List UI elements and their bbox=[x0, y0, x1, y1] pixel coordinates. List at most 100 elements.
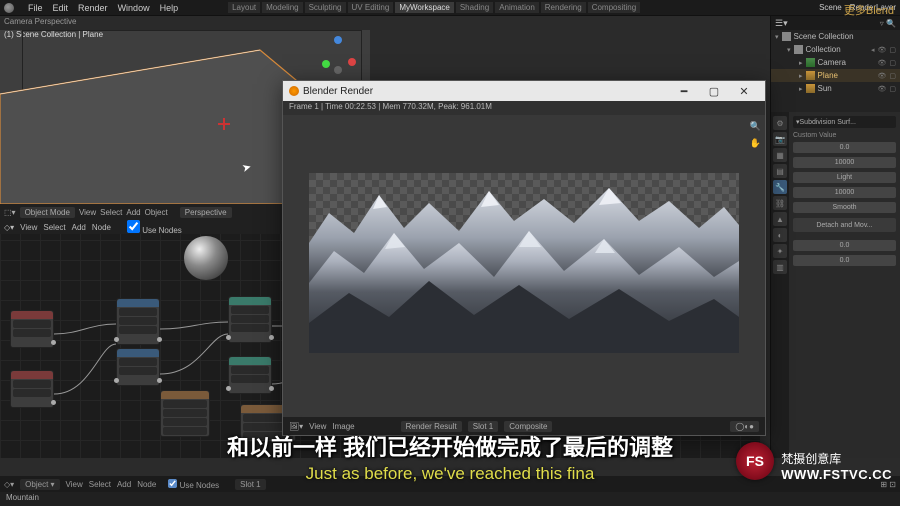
outliner-item-plane[interactable]: ▸ Plane 👁▢ bbox=[771, 69, 900, 82]
workspace-tab[interactable]: Rendering bbox=[541, 2, 586, 13]
eye-icon[interactable]: 👁 bbox=[877, 46, 886, 54]
brand-name-zh: 梵摄创意库 bbox=[781, 450, 892, 467]
prop-tab[interactable]: ◐ bbox=[773, 228, 787, 242]
prop-number-field[interactable]: 10000 bbox=[793, 187, 896, 198]
editor-type-icon[interactable]: ☰▾ bbox=[775, 18, 788, 29]
ne-add[interactable]: Add bbox=[72, 223, 86, 232]
prop-tab[interactable]: ▲ bbox=[773, 212, 787, 226]
editor-type-icon[interactable]: ⬚▾ bbox=[4, 208, 16, 217]
light-icon bbox=[806, 84, 815, 93]
viewport-title: Camera Perspective bbox=[4, 17, 76, 26]
prop-tab[interactable]: ▤ bbox=[773, 164, 787, 178]
workspace-tab[interactable]: Animation bbox=[495, 2, 539, 13]
tb-add[interactable]: Add bbox=[126, 208, 140, 217]
prop-number-field[interactable]: Light bbox=[793, 172, 896, 183]
zoom-icon[interactable]: 🔍 bbox=[750, 121, 761, 132]
blender-logo-icon bbox=[289, 86, 299, 96]
prop-tab[interactable]: ▥ bbox=[773, 260, 787, 274]
render-icon[interactable]: ▢ bbox=[889, 59, 896, 67]
modifier-header[interactable]: ▾ Subdivision Surf... bbox=[793, 116, 896, 128]
tb-object[interactable]: Object bbox=[145, 208, 168, 217]
material-preview-sphere bbox=[184, 236, 228, 280]
prop-label: Custom Value bbox=[793, 132, 896, 139]
outliner-item-sun[interactable]: ▸ Sun 👁▢ bbox=[771, 82, 900, 95]
properties-body: ▾ Subdivision Surf... Custom Value 0.0 1… bbox=[789, 112, 900, 458]
render-icon[interactable]: ▢ bbox=[889, 46, 896, 54]
menu-window[interactable]: Window bbox=[118, 3, 150, 13]
prop-tab-modifiers[interactable]: 🔧 bbox=[773, 180, 787, 194]
minimize-button[interactable]: ━ bbox=[669, 81, 699, 101]
shader-node[interactable] bbox=[228, 356, 272, 394]
workspace-tab-active[interactable]: MyWorkspace bbox=[395, 2, 454, 13]
orientation-gizmo[interactable] bbox=[318, 36, 358, 76]
ne-select[interactable]: Select bbox=[43, 223, 65, 232]
workspace-tab[interactable]: UV Editing bbox=[348, 2, 394, 13]
pan-icon[interactable]: ✋ bbox=[750, 138, 761, 149]
prop-number-field[interactable]: 0.0 bbox=[793, 240, 896, 251]
properties-panel: ⚙ 📷 ▦ ▤ 🔧 ⛓ ▲ ◐ ✦ ▥ ▾ Subdivision Surf..… bbox=[770, 112, 900, 458]
render-icon[interactable]: ▢ bbox=[889, 85, 896, 93]
prop-tab[interactable]: ▦ bbox=[773, 148, 787, 162]
shader-node[interactable] bbox=[116, 298, 160, 345]
render-window-titlebar[interactable]: Blender Render ━ ▢ ✕ bbox=[283, 81, 765, 101]
collection-icon bbox=[782, 32, 791, 41]
prop-tab[interactable]: 📷 bbox=[773, 132, 787, 146]
shader-node[interactable] bbox=[228, 296, 272, 343]
close-button[interactable]: ✕ bbox=[729, 81, 759, 101]
blender-logo-icon bbox=[4, 3, 14, 13]
outliner-label: Plane bbox=[818, 71, 838, 80]
prop-number-field[interactable]: Smooth bbox=[793, 202, 896, 213]
properties-tabs: ⚙ 📷 ▦ ▤ 🔧 ⛓ ▲ ◐ ✦ ▥ bbox=[771, 112, 789, 458]
video-watermark-top: 更多Blend bbox=[844, 2, 894, 18]
workspace-tab[interactable]: Compositing bbox=[588, 2, 640, 13]
top-menubar: File Edit Render Window Help Layout Mode… bbox=[0, 0, 900, 16]
scene-selector[interactable]: Scene bbox=[819, 3, 842, 12]
menu-edit[interactable]: Edit bbox=[53, 3, 69, 13]
menu-file[interactable]: File bbox=[28, 3, 43, 13]
eye-icon[interactable]: 👁 bbox=[877, 72, 886, 80]
operator-button[interactable]: Detach and Mov... bbox=[793, 218, 896, 232]
menu-help[interactable]: Help bbox=[160, 3, 179, 13]
outliner-item-camera[interactable]: ▸ Camera 👁▢ bbox=[771, 56, 900, 69]
eye-icon[interactable]: 👁 bbox=[877, 59, 886, 67]
shader-node[interactable] bbox=[116, 348, 160, 386]
prop-number-field[interactable]: 0.0 bbox=[793, 255, 896, 266]
prop-tab[interactable]: ⚙ bbox=[773, 116, 787, 130]
outliner-label: Scene Collection bbox=[794, 32, 854, 41]
shader-node[interactable] bbox=[10, 310, 54, 348]
prop-number-field[interactable]: 0.0 bbox=[793, 142, 896, 153]
workspace-tab[interactable]: Shading bbox=[456, 2, 493, 13]
outliner-collection[interactable]: ▾ Collection ◂👁▢ bbox=[771, 43, 900, 56]
brand-url: WWW.FSTVC.CC bbox=[781, 467, 892, 482]
render-window-title: Blender Render bbox=[303, 86, 373, 97]
prop-tab[interactable]: ✦ bbox=[773, 244, 787, 258]
editor-type-icon[interactable]: ◇▾ bbox=[4, 223, 14, 232]
material-name-footer: Mountain bbox=[0, 492, 900, 506]
tb-view[interactable]: View bbox=[79, 208, 96, 217]
restrict-icon[interactable]: ◂ bbox=[871, 46, 875, 54]
workspace-tab[interactable]: Modeling bbox=[262, 2, 302, 13]
shader-node[interactable] bbox=[10, 370, 54, 408]
workspace-tab[interactable]: Layout bbox=[228, 2, 260, 13]
persp-toggle[interactable]: Perspective bbox=[180, 207, 232, 218]
workspace-tab[interactable]: Sculpting bbox=[305, 2, 346, 13]
eye-icon[interactable]: 👁 bbox=[877, 85, 886, 93]
prop-number-field[interactable]: 10000 bbox=[793, 157, 896, 168]
rendered-image bbox=[309, 173, 739, 353]
use-nodes-checkbox[interactable] bbox=[127, 220, 140, 233]
tb-select[interactable]: Select bbox=[100, 208, 122, 217]
prop-tab[interactable]: ⛓ bbox=[773, 196, 787, 210]
maximize-button[interactable]: ▢ bbox=[699, 81, 729, 101]
ne-view[interactable]: View bbox=[20, 223, 37, 232]
render-icon[interactable]: ▢ bbox=[889, 72, 896, 80]
ne-node[interactable]: Node bbox=[92, 223, 111, 232]
render-image-area[interactable]: 🔍 ✋ bbox=[283, 115, 765, 417]
camera-icon bbox=[806, 58, 815, 67]
mode-selector[interactable]: Object Mode bbox=[20, 207, 75, 218]
outliner-filter-icons[interactable]: ▿ 🔍 bbox=[880, 19, 896, 28]
outliner-scene-collection[interactable]: ▾ Scene Collection bbox=[771, 30, 900, 43]
viewport-header: Camera Perspective bbox=[0, 16, 370, 30]
menu-render[interactable]: Render bbox=[78, 3, 108, 13]
brand-text: 梵摄创意库 WWW.FSTVC.CC bbox=[781, 450, 892, 482]
render-window[interactable]: Blender Render ━ ▢ ✕ Frame 1 | Time 00:2… bbox=[282, 80, 766, 436]
